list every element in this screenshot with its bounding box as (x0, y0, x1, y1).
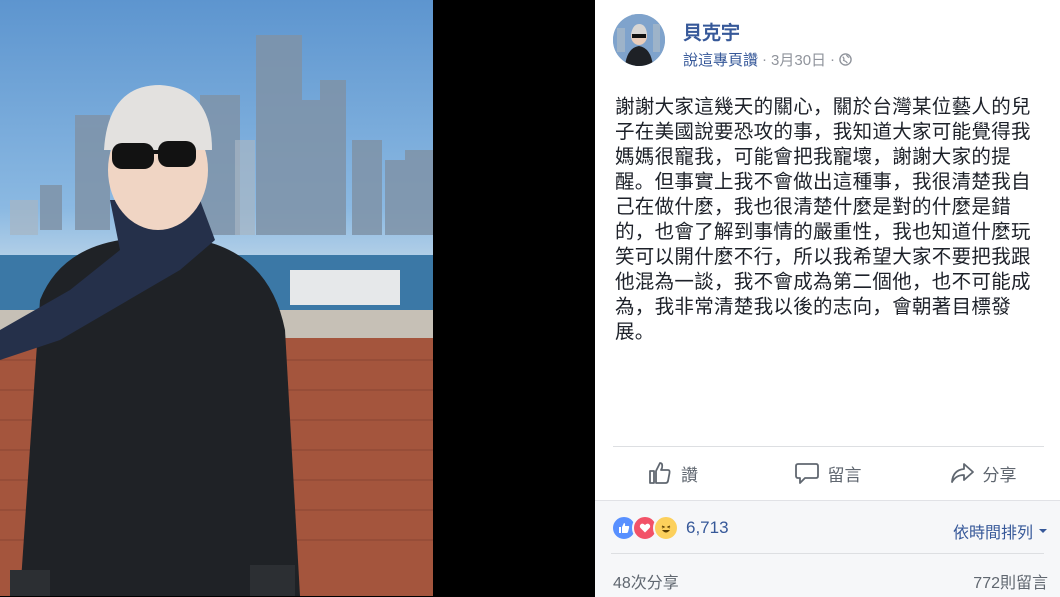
facebook-post-panel: 貝克宇 說這專頁讚 · 3月30日 · 謝謝大家這幾天的關心，關於台灣某位藝人的… (595, 0, 1060, 597)
comment-button[interactable]: 留言 (750, 450, 905, 496)
share-button[interactable]: 分享 (905, 450, 1060, 496)
reactions-summary[interactable]: 6,713 (611, 515, 729, 541)
photo-illustration (0, 35, 433, 596)
actions-divider (613, 446, 1044, 447)
like-icon (649, 462, 671, 484)
author-avatar[interactable] (613, 14, 665, 66)
black-gutter (433, 0, 595, 596)
share-label: 分享 (982, 465, 1017, 485)
comment-icon (794, 463, 819, 484)
reaction-count: 6,713 (686, 518, 729, 537)
meta-separator: · (762, 51, 768, 68)
author-name[interactable]: 貝克宇 (683, 18, 740, 45)
post-date[interactable]: 3月30日 (771, 49, 826, 70)
share-icon (950, 463, 974, 483)
post-footer: 6,713 依時間排列 48次分享 772則留言 (595, 500, 1060, 597)
via-page-link[interactable]: 說這專頁讚 (683, 49, 758, 70)
sort-dropdown[interactable]: 依時間排列 (953, 519, 1048, 543)
post-actions-bar: 讚 留言 分享 (595, 450, 1060, 496)
comment-label: 留言 (827, 465, 862, 485)
share-count-link[interactable]: 48次分享 (613, 569, 679, 593)
globe-icon[interactable] (839, 53, 852, 66)
meta-separator-2: · (830, 51, 836, 68)
haha-reaction-icon (653, 515, 679, 541)
like-button[interactable]: 讚 (595, 450, 750, 496)
footer-divider (611, 553, 1044, 554)
sort-label: 依時間排列 (952, 525, 1033, 542)
post-photo[interactable] (0, 0, 433, 596)
like-label: 讚 (681, 465, 698, 485)
post-body-text: 謝謝大家這幾天的關心，關於台灣某位藝人的兒子在美國說要恐攻的事，我知道大家可能覺… (615, 96, 1031, 343)
avatar-image (613, 14, 665, 66)
post-meta: 說這專頁讚 · 3月30日 · (683, 49, 852, 70)
caret-down-icon (1039, 529, 1047, 533)
comment-count-link[interactable]: 772則留言 (973, 569, 1048, 593)
